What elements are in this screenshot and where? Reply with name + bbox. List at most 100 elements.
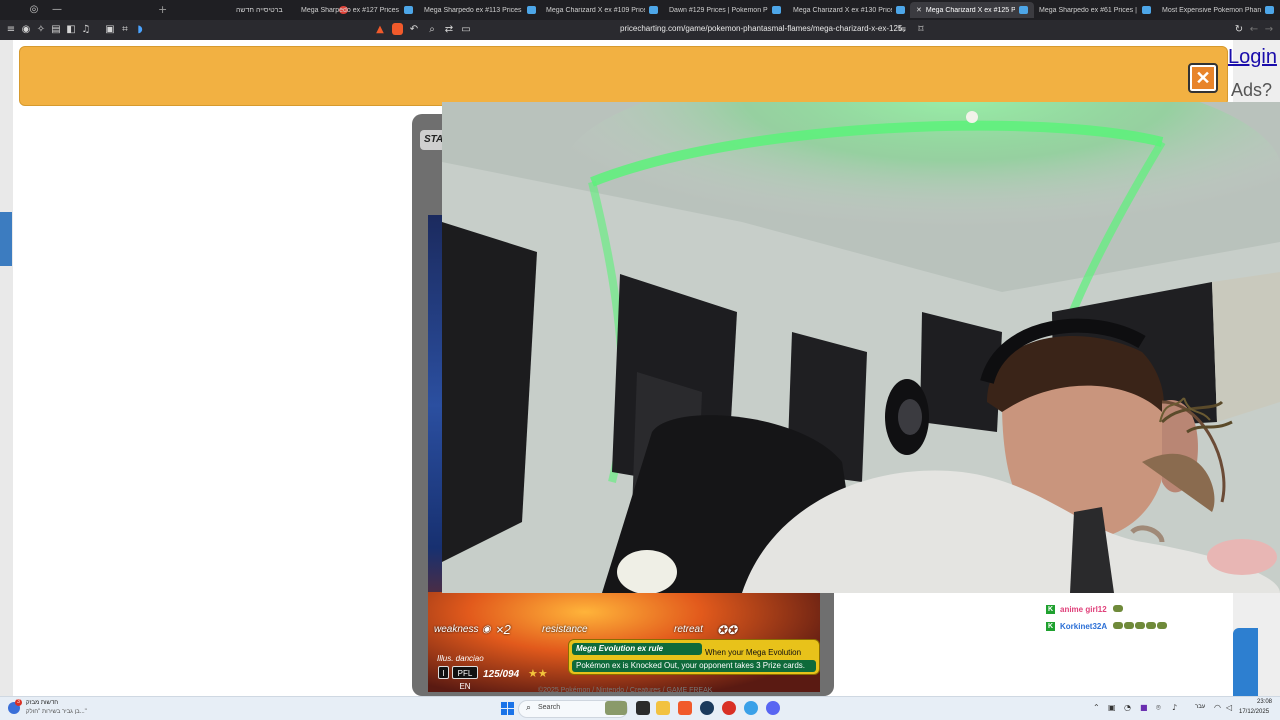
ex-rule-text-1: When your Mega Evolution	[705, 648, 802, 657]
search-icon: ⌕	[526, 703, 532, 713]
tray-app-icon[interactable]: ▣	[1108, 703, 1116, 712]
settings-toggle-icon[interactable]: ⇋	[896, 24, 908, 36]
emote-icon	[1113, 621, 1124, 629]
browser-tab[interactable]: Most Expensive Pokemon Phantasmal	[1156, 2, 1280, 18]
input-language[interactable]: עבר	[1195, 704, 1205, 710]
browser-menu-icon[interactable]: ◎	[22, 4, 46, 15]
close-icon[interactable]: ✕	[1188, 63, 1218, 93]
taskbar-search-label: Search	[538, 704, 561, 711]
new-tab-icon[interactable]: +	[158, 3, 167, 16]
browser-tab[interactable]: ✕Mega Charizard X ex #125 Prices | Pokem…	[910, 2, 1034, 18]
browser-tab[interactable]: Mega Charizard X ex #130 Prices | Pokemo…	[787, 2, 911, 18]
news-widget-subtitle[interactable]: בן גביר בשירות "חולק..."	[26, 709, 87, 715]
water-energy-icon: ◉	[482, 624, 491, 635]
brave-shield-icon[interactable]: ▲	[374, 24, 386, 36]
browser-toolbar: ≡ ◉ ✧ ▤ ◧ ♫ ▣ ⌗ ◗ ▲ ↶ ⌕ ⇄ ▭ pricechartin…	[0, 20, 1280, 40]
brave-browser-icon[interactable]	[678, 701, 692, 715]
chrome-icon[interactable]	[722, 701, 736, 715]
retreat-label: retreat	[674, 624, 703, 635]
card-rarity-stars: ★★	[528, 668, 548, 680]
brave-rewards-icon[interactable]	[392, 23, 403, 35]
tray-media-icon[interactable]: ■	[1140, 703, 1148, 712]
card-copyright: ©2025 Pokémon / Nintendo / Creatures / G…	[538, 687, 713, 694]
widgets-app-icon[interactable]	[605, 701, 627, 715]
right-side-widget[interactable]	[1233, 628, 1258, 696]
tab-overview-icon[interactable]: —	[45, 4, 69, 15]
forward-arrow-icon[interactable]: →	[1263, 24, 1275, 36]
music-icon[interactable]: ♫	[80, 24, 92, 36]
tray-network-icon[interactable]: ⌾	[1156, 703, 1161, 713]
chat-username[interactable]: anime girl12	[1060, 605, 1107, 614]
task-view-icon[interactable]	[636, 701, 650, 715]
tray-expand-icon[interactable]: ⌃	[1093, 703, 1100, 712]
screenshot-icon[interactable]: ▣	[104, 24, 116, 36]
ex-rule-title: Mega Evolution ex rule	[572, 643, 702, 655]
reload-icon[interactable]: ↻	[1233, 24, 1245, 36]
tab-favicon-icon	[896, 6, 905, 14]
translate-icon[interactable]: ⇄	[443, 24, 455, 36]
tab-title: Mega Sharpedo ex #113 Prices | Pokemon	[424, 6, 523, 14]
left-side-tab[interactable]	[0, 212, 12, 266]
tray-mic-icon[interactable]: ♪	[1172, 703, 1177, 712]
chat-username[interactable]: Korkinet32A	[1060, 622, 1107, 631]
webcam-overlay	[442, 102, 1280, 593]
emote-icon	[1135, 621, 1146, 629]
weakness-label: weakness	[434, 624, 479, 635]
audio-icon[interactable]: ◗	[134, 24, 146, 36]
tab-favicon-icon	[1265, 6, 1274, 14]
location-icon[interactable]: ◉	[20, 24, 32, 36]
chat-message: K Korkinet32A	[1046, 620, 1168, 632]
menu-icon[interactable]: ≡	[5, 24, 17, 36]
tab-favicon-icon	[1019, 6, 1028, 14]
close-tab-icon[interactable]: ✕	[916, 6, 922, 14]
ad-banner	[19, 46, 1228, 106]
clock-time[interactable]: 23:08	[1257, 699, 1272, 705]
browser-tab[interactable]: Mega Charizard X ex #109 Prices | Pokemo…	[540, 2, 664, 18]
kick-badge-icon: K	[1046, 621, 1055, 631]
card-number: 125/094	[483, 669, 520, 680]
emote-icon	[1157, 621, 1168, 629]
file-explorer-icon[interactable]	[656, 701, 670, 715]
card-illustrator: Illus. danciao	[437, 654, 484, 663]
clock-date[interactable]: 17/12/2025	[1239, 709, 1269, 715]
zoom-icon[interactable]: ⌕	[426, 24, 438, 36]
address-bar[interactable]: pricecharting.com/game/pokemon-phantasma…	[620, 24, 902, 33]
bookmark-icon[interactable]: ⌑	[915, 24, 927, 36]
emote-icon	[1146, 621, 1157, 629]
tray-sync-icon[interactable]: ◔	[1124, 703, 1131, 712]
chat-emotes	[1112, 604, 1123, 614]
browser-tab[interactable]: Mega Sharpedo ex #61 Prices | Pokemon	[1033, 2, 1157, 18]
colorless-energy-icon: ✪✪	[717, 623, 738, 637]
discord-icon[interactable]	[766, 701, 780, 715]
chat-message: Kanime girl12	[1046, 603, 1123, 615]
left-gutter	[0, 40, 13, 696]
tab-title: Mega Charizard X ex #109 Prices | Pokemo…	[546, 6, 645, 14]
kick-badge-icon: K	[1046, 604, 1055, 614]
resistance-label: resistance	[542, 624, 588, 635]
tab-title: Dawn #129 Prices | Pokemon Phantasmal	[669, 6, 768, 14]
browser-tab-strip: ◎ — + ברטיסייה חדשה Mega Sharpedo ex #127…	[0, 0, 1280, 20]
extension-icon[interactable]: ✧	[35, 24, 47, 36]
steam-icon[interactable]	[700, 701, 714, 715]
back-arrow-icon[interactable]: ←	[1248, 24, 1260, 36]
news-widget-title[interactable]: חדשות מבזק	[26, 700, 58, 706]
ex-rule-text-2: Pokémon ex is Knocked Out, your opponent…	[572, 660, 816, 672]
cast-icon[interactable]: ▭	[460, 24, 472, 36]
chat-emotes	[1112, 621, 1168, 631]
back-icon[interactable]: ↶	[408, 24, 420, 36]
windows-taskbar: 3 חדשות מבזק בן גביר בשירות "חולק..." ⌕ …	[0, 696, 1280, 720]
ads-text: Ads?	[1231, 80, 1273, 100]
browser-tab[interactable]: Dawn #129 Prices | Pokemon Phantasmal	[663, 2, 787, 18]
login-link[interactable]: Login	[1228, 46, 1277, 69]
tab-list-icon[interactable]: ▤	[50, 24, 62, 36]
browser-tab[interactable]: Mega Sharpedo ex #127 Prices | Pokemon	[295, 2, 419, 18]
tab-favicon-icon	[649, 6, 658, 14]
sidebar-icon[interactable]: ◧	[65, 24, 77, 36]
edge-icon[interactable]	[744, 701, 758, 715]
browser-tab[interactable]: Mega Sharpedo ex #113 Prices | Pokemon	[418, 2, 542, 18]
windows-start-icon[interactable]	[501, 702, 514, 715]
capture-icon[interactable]: ⌗	[119, 24, 131, 36]
volume-icon[interactable]: ◁	[1226, 703, 1232, 712]
tab-favicon-icon	[527, 6, 536, 14]
wifi-icon[interactable]: ◠	[1214, 703, 1221, 712]
